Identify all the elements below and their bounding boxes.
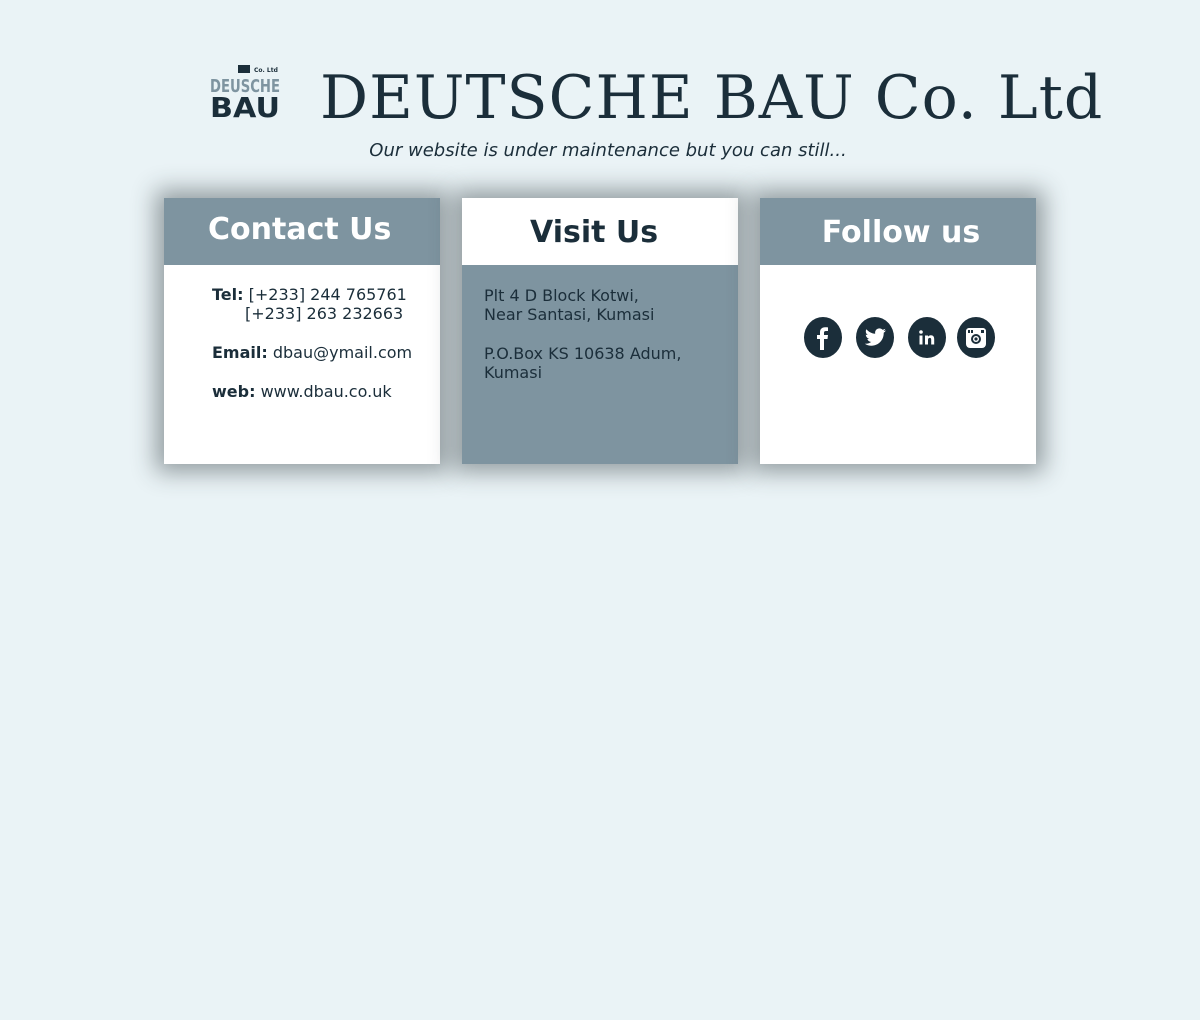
phone-number-1[interactable]: [+233] 244 765761 (249, 285, 407, 304)
postal-address: P.O.Box KS 10638 Adum, Kumasi (484, 344, 738, 382)
telephone-row: Tel: [+233] 244 765761 [+233] 263 232663 (212, 285, 440, 323)
linkedin-icon[interactable] (908, 317, 946, 358)
address-line-2: Near Santasi, Kumasi (484, 305, 655, 324)
web-label: web: (212, 382, 256, 401)
site-title: DEUTSCHE BAU Co. Ltd (320, 63, 1104, 133)
address-details: Plt 4 D Block Kotwi, Near Santasi, Kumas… (462, 265, 738, 464)
contact-us-heading: Contact Us (164, 198, 440, 265)
website-link[interactable]: www.dbau.co.uk (261, 382, 392, 401)
phone-number-2[interactable]: [+233] 263 232663 (245, 304, 403, 323)
street-address: Plt 4 D Block Kotwi, Near Santasi, Kumas… (484, 286, 738, 324)
twitter-icon[interactable] (856, 317, 894, 358)
facebook-icon[interactable] (804, 317, 842, 358)
social-links (760, 265, 1036, 464)
page-header: Co. Ltd DEUSCHE BAU DEUTSCHE BAU Co. Ltd… (0, 0, 1200, 180)
svg-text:Co. Ltd: Co. Ltd (254, 67, 278, 74)
visit-us-card: Visit Us Plt 4 D Block Kotwi, Near Santa… (462, 198, 738, 464)
email-row: Email: dbau@ymail.com (212, 343, 440, 362)
tel-label: Tel: (212, 285, 244, 304)
address-line-1: Plt 4 D Block Kotwi, (484, 286, 639, 305)
company-logo[interactable]: Co. Ltd DEUSCHE BAU (210, 64, 282, 118)
contact-details: Tel: [+233] 244 765761 [+233] 263 232663… (164, 265, 440, 464)
pobox-line-2: Kumasi (484, 363, 543, 382)
instagram-icon[interactable] (957, 317, 995, 358)
contact-us-card: Contact Us Tel: [+233] 244 765761 [+233]… (164, 198, 440, 464)
follow-us-heading: Follow us (760, 198, 1036, 265)
website-row: web: www.dbau.co.uk (212, 382, 440, 401)
email-link[interactable]: dbau@ymail.com (273, 343, 412, 362)
svg-text:BAU: BAU (210, 91, 280, 118)
follow-us-card: Follow us (760, 198, 1036, 464)
maintenance-tagline: Our website is under maintenance but you… (369, 140, 847, 161)
visit-us-heading: Visit Us (462, 198, 738, 265)
pobox-line-1: P.O.Box KS 10638 Adum, (484, 344, 682, 363)
email-label: Email: (212, 343, 268, 362)
